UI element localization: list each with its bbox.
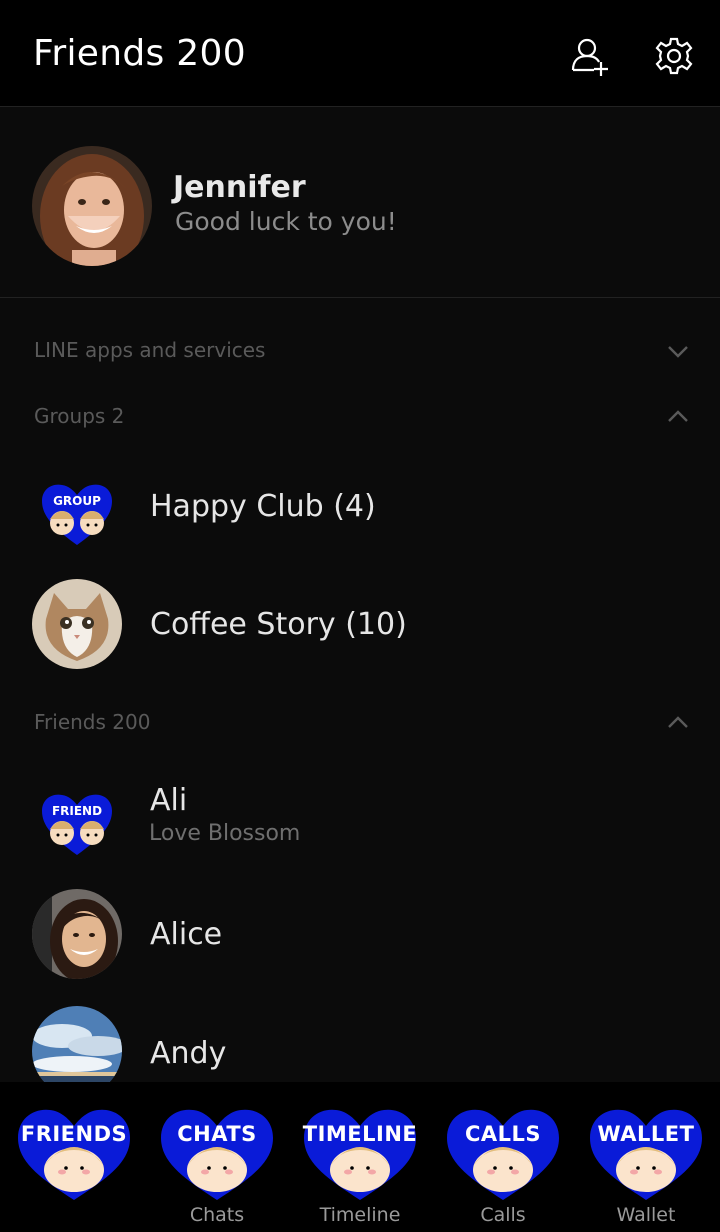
wallet-tab-icon (590, 1109, 702, 1200)
tab-caption: Calls (480, 1204, 526, 1226)
section-friends[interactable]: Friends 200 (0, 698, 720, 748)
tab-timeline[interactable]: TIMELINE Timeline (288, 1082, 432, 1232)
tab-caption: Timeline (319, 1204, 401, 1226)
svg-text:FRIEND: FRIEND (52, 804, 102, 818)
svg-text:GROUP: GROUP (53, 494, 101, 508)
tab-heart-label: TIMELINE (302, 1122, 418, 1146)
section-label: Friends 200 (34, 710, 151, 734)
profile-name: Jennifer (173, 170, 306, 205)
tab-heart-label: FRIENDS (20, 1122, 128, 1146)
tab-calls[interactable]: CALLS Calls (431, 1082, 575, 1232)
friends-screen: Friends 200 Jennifer Good luck to you! L… (0, 0, 720, 1232)
chats-tab-icon (161, 1109, 273, 1200)
gear-icon (655, 37, 693, 75)
calls-tab-icon (447, 1109, 559, 1200)
section-groups[interactable]: Groups 2 (0, 392, 720, 442)
list-item[interactable]: Coffee Story (10) (0, 569, 720, 679)
timeline-tab-icon (304, 1109, 416, 1200)
add-friend-icon (571, 38, 608, 76)
friend-status-message: Love Blossom (149, 821, 301, 846)
section-label: LINE apps and services (34, 338, 266, 362)
friend-name: Alice (150, 917, 223, 952)
add-friend-button[interactable] (567, 34, 611, 78)
chevron-up-icon (668, 410, 688, 422)
chevron-down-icon (668, 346, 688, 358)
group-avatar (32, 579, 122, 669)
section-label: Groups 2 (34, 404, 125, 428)
avatar (32, 146, 152, 266)
friends-tab-icon (18, 1109, 130, 1200)
chevron-up-icon (668, 716, 688, 728)
group-avatar: GROUP (32, 463, 122, 553)
group-name: Coffee Story (10) (150, 607, 407, 642)
top-bar: Friends 200 (0, 0, 720, 107)
friend-avatar (32, 889, 122, 979)
settings-button[interactable] (652, 34, 696, 78)
list-item[interactable]: GROUP Happy Club (4) (0, 453, 720, 563)
tab-heart-label: CHATS (177, 1122, 257, 1146)
tab-friends[interactable]: FRIENDS (2, 1082, 146, 1232)
profile-status-message: Good luck to you! (175, 207, 397, 236)
tab-chats[interactable]: CHATS Chats (145, 1082, 289, 1232)
tab-caption: Wallet (616, 1204, 676, 1226)
my-profile[interactable]: Jennifer Good luck to you! (0, 108, 720, 298)
friend-avatar: FRIEND (32, 773, 122, 863)
tab-wallet[interactable]: WALLET Wallet (574, 1082, 718, 1232)
group-name: Happy Club (4) (150, 489, 376, 524)
friend-name: Ali (150, 783, 188, 818)
bottom-tab-bar: FRIENDS CHATS Chats TIMELINE Timeline CA… (0, 1082, 720, 1232)
section-line-apps[interactable]: LINE apps and services (0, 326, 720, 376)
page-title: Friends 200 (33, 33, 246, 74)
tab-heart-label: CALLS (464, 1122, 542, 1146)
tab-heart-label: WALLET (597, 1122, 695, 1146)
friend-name: Andy (150, 1036, 227, 1071)
list-item[interactable]: FRIEND Ali Love Blossom (0, 763, 720, 873)
tab-caption: Chats (189, 1204, 245, 1226)
list-item[interactable]: Alice (0, 879, 720, 989)
